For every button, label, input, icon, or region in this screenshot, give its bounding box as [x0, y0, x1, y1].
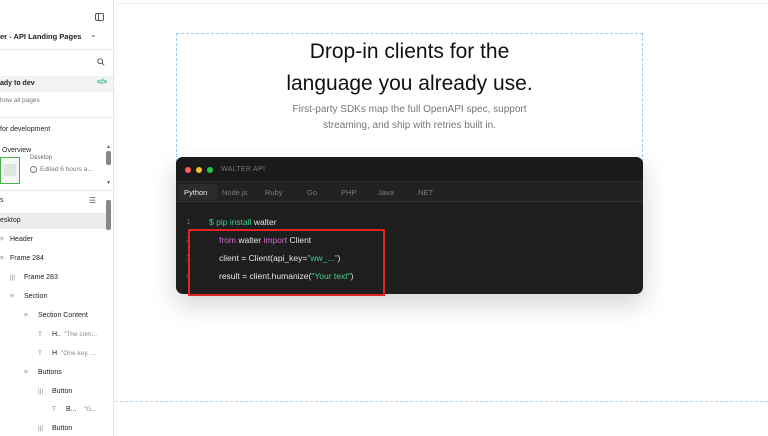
clock-icon	[30, 166, 37, 173]
shell-prompt: $	[209, 217, 214, 227]
layer-label[interactable]: Frame 283	[24, 274, 58, 281]
divider	[0, 190, 113, 191]
headline-line: Drop-in clients for the	[309, 40, 510, 63]
ready-for-dev-label: ady to dev	[0, 80, 35, 87]
scrollbar-thumb[interactable]	[106, 200, 111, 230]
layer-text-preview: "G...	[84, 406, 97, 413]
tab-python[interactable]: Python	[184, 188, 207, 197]
shell-command: pip install	[216, 217, 252, 227]
chevron-down-icon[interactable]: ⌄	[90, 30, 97, 39]
layer-label[interactable]: Button	[52, 388, 72, 395]
text-layer-icon: T	[38, 331, 42, 338]
frame-icon: ≡	[24, 369, 28, 376]
frame-icon: ≡	[0, 236, 4, 243]
layer-label[interactable]: Frame 284	[10, 255, 44, 262]
headline-line: language you already use.	[286, 72, 533, 95]
divider	[0, 49, 113, 50]
project-name[interactable]: er - API Landing Pages	[0, 32, 81, 41]
code-icon: </>	[97, 79, 108, 86]
layer-label: esktop	[0, 217, 21, 224]
autolayout-icon: |||	[38, 425, 44, 432]
layer-text-preview: "The com...	[64, 331, 98, 338]
autolayout-icon: |||	[38, 388, 44, 395]
layer-label[interactable]: Buttons	[38, 369, 62, 376]
line-number: 1	[186, 218, 191, 226]
annotation-highlight-box	[188, 229, 385, 296]
layer-label[interactable]: H..	[52, 331, 61, 338]
frame-edge	[115, 401, 768, 402]
layer-label[interactable]: H	[52, 350, 57, 357]
panel-toggle-icon[interactable]	[95, 13, 104, 21]
code-line: $ pip install walter	[209, 217, 277, 227]
layer-label[interactable]: Button	[52, 425, 72, 432]
subtitle-line: First-party SDKs map the full OpenAPI sp…	[292, 104, 527, 115]
text-layer-icon: T	[38, 350, 42, 357]
minimize-dot-icon	[196, 167, 202, 173]
layers-sidebar: er - API Landing Pages ⌄ ady to dev </> …	[0, 0, 114, 436]
search-icon[interactable]	[97, 58, 105, 66]
sort-icon[interactable]: ☰	[89, 196, 96, 205]
tab-java[interactable]: Java	[378, 188, 394, 197]
thumbnail-title: Desktop	[30, 155, 53, 161]
layer-label[interactable]: Section	[24, 293, 47, 300]
tab-php[interactable]: PHP	[341, 188, 356, 197]
package-name: walter	[253, 217, 277, 227]
maximize-dot-icon	[207, 167, 213, 173]
scrollbar-thumb[interactable]	[106, 151, 111, 165]
subtitle-line: streaming, and ship with retries built i…	[323, 120, 496, 131]
tab-ruby[interactable]: Ruby	[265, 188, 283, 197]
frame-icon: ≡	[0, 255, 4, 262]
layer-label[interactable]: B...	[66, 406, 77, 413]
scroll-up-icon[interactable]: ▲	[106, 144, 111, 150]
tab-dotnet[interactable]: .NET	[416, 188, 433, 197]
language-tabs: Python Node.js Ruby Go PHP Java .NET	[176, 182, 643, 202]
divider	[0, 117, 113, 118]
frame-icon: ≡	[10, 293, 14, 300]
close-dot-icon	[185, 167, 191, 173]
scrollbar[interactable]: ▲ ▼	[106, 144, 111, 188]
tab-nodejs[interactable]: Node.js	[222, 188, 247, 197]
layer-text-preview: "One key, ...	[61, 350, 97, 357]
code-window-titlebar: WALTER API	[176, 157, 643, 182]
page-subtitle[interactable]: First-party SDKs map the full OpenAPI sp…	[176, 102, 643, 134]
frame-icon: ≡	[24, 312, 28, 319]
dev-section-header: for development	[0, 126, 51, 133]
layers-header: s	[0, 197, 4, 204]
text-layer-icon: T	[52, 406, 56, 413]
autolayout-icon: |||	[10, 274, 16, 281]
frame-edge	[115, 3, 768, 4]
frame-thumbnail[interactable]	[0, 157, 20, 184]
layers-scrollbar[interactable]	[106, 196, 111, 428]
scroll-down-icon[interactable]: ▼	[106, 180, 111, 186]
tab-go[interactable]: Go	[307, 188, 317, 197]
layer-label[interactable]: Header	[10, 236, 33, 243]
edited-timestamp: Edited 6 hours a...	[40, 166, 93, 173]
overview-label[interactable]: Overview	[2, 147, 31, 154]
show-all-pages-link[interactable]: how all pages	[0, 97, 40, 104]
page-title[interactable]: Drop-in clients for the language you alr…	[176, 36, 643, 100]
design-canvas[interactable]: Drop-in clients for the language you alr…	[115, 0, 768, 436]
layer-label[interactable]: Section Content	[38, 312, 88, 319]
code-window-title: WALTER API	[221, 166, 266, 173]
